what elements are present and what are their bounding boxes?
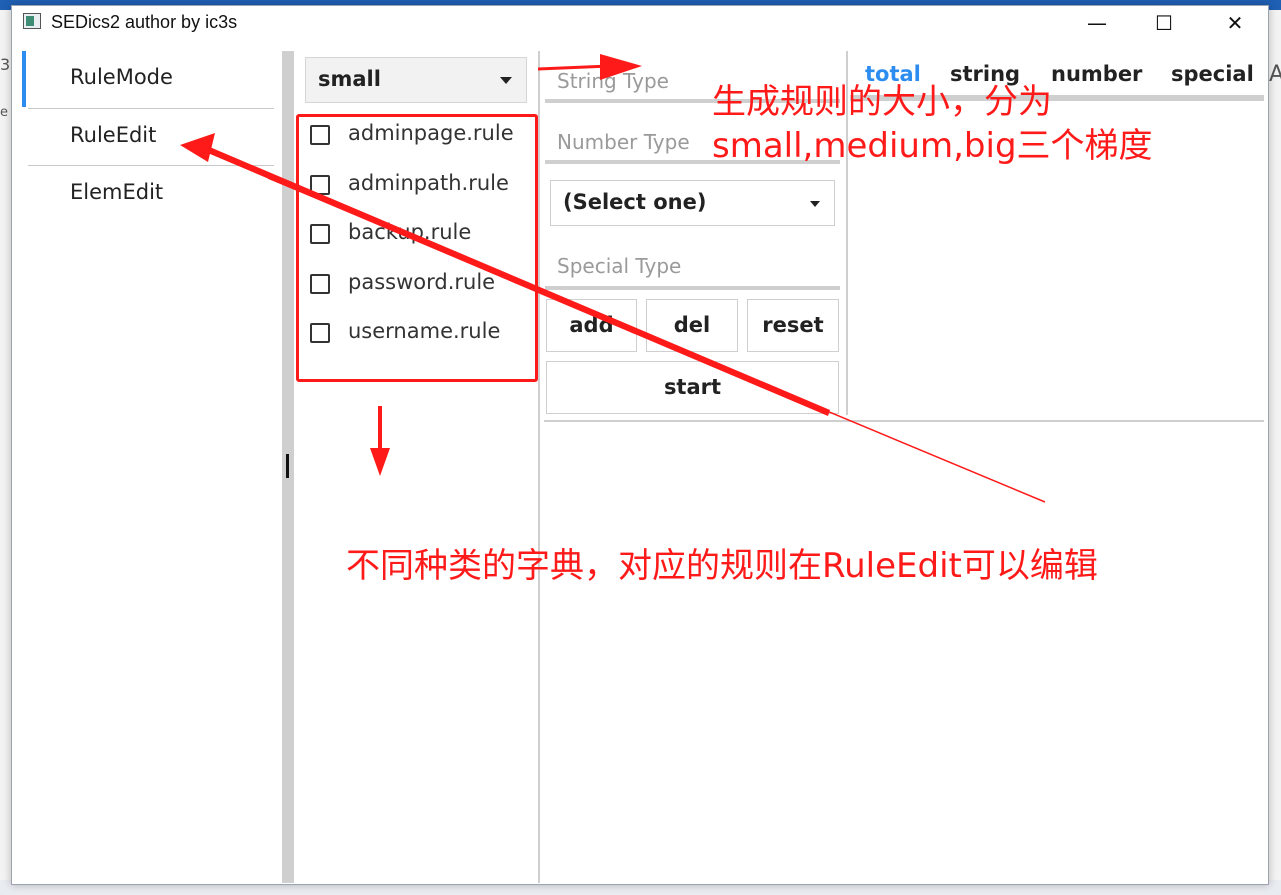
arrow-head-down bbox=[370, 448, 390, 476]
arrow-line bbox=[537, 64, 611, 71]
arrow-shaft bbox=[203, 145, 830, 416]
annotation-arrows bbox=[180, 54, 1046, 503]
arrow-head-right bbox=[600, 54, 642, 80]
arrow-head-left bbox=[180, 133, 215, 162]
screen: 3 e A SEDics2 author by ic3s — ☐ ✕ RuleM… bbox=[0, 0, 1281, 895]
